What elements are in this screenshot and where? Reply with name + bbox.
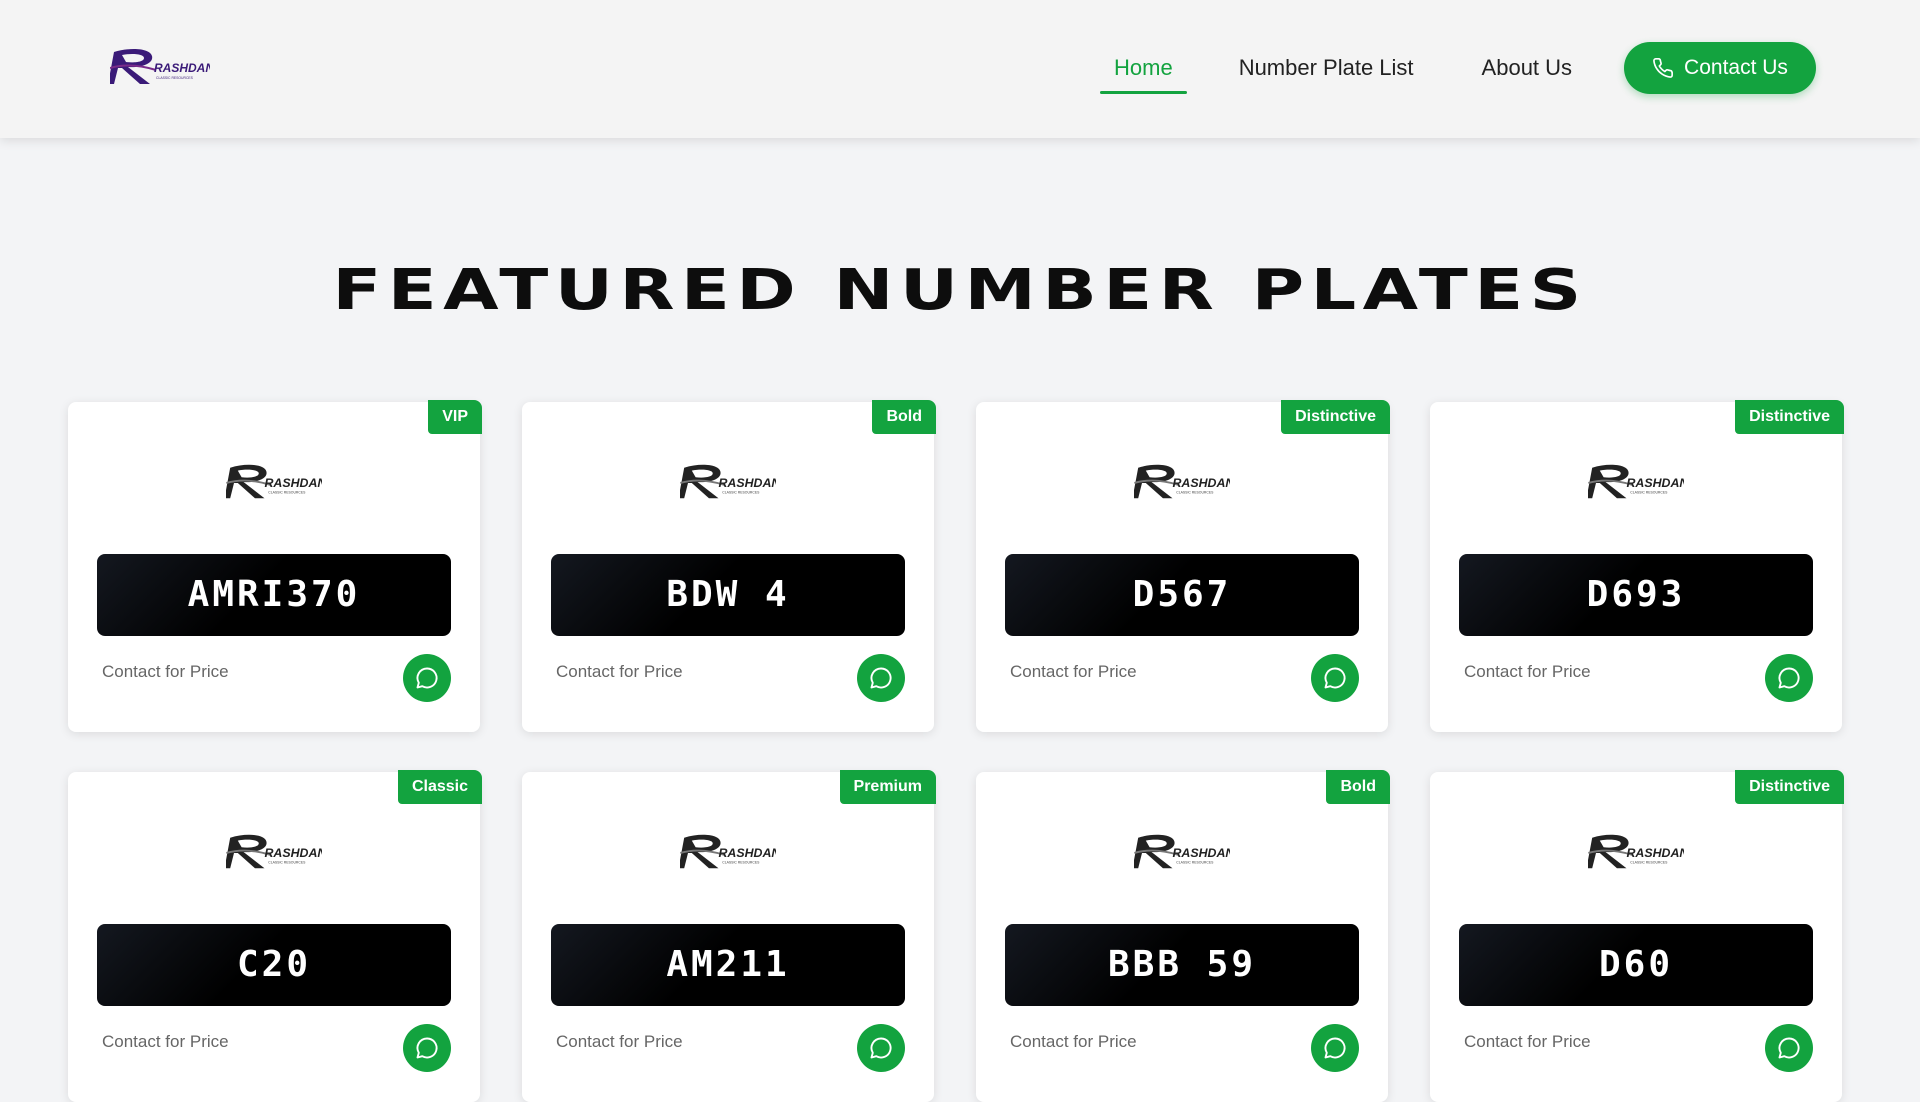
whatsapp-icon bbox=[1778, 1037, 1800, 1059]
category-badge: VIP bbox=[428, 400, 482, 434]
whatsapp-button[interactable] bbox=[403, 654, 451, 702]
number-plate: AMRI370 bbox=[97, 554, 451, 636]
whatsapp-button[interactable] bbox=[857, 1024, 905, 1072]
whatsapp-icon bbox=[1778, 667, 1800, 689]
plate-card[interactable]: Classic C20 Contact for Price bbox=[68, 770, 482, 1102]
category-badge: Bold bbox=[872, 400, 936, 434]
price-label: Contact for Price bbox=[102, 662, 229, 681]
number-plate: D693 bbox=[1459, 554, 1813, 636]
whatsapp-icon bbox=[1324, 667, 1346, 689]
number-plate: D60 bbox=[1459, 924, 1813, 1006]
whatsapp-button[interactable] bbox=[1765, 654, 1813, 702]
category-badge: Classic bbox=[397, 770, 482, 804]
price-label: Contact for Price bbox=[102, 1032, 229, 1051]
contact-us-button[interactable]: Contact Us bbox=[1624, 42, 1816, 94]
number-plate: AM211 bbox=[551, 924, 905, 1006]
whatsapp-button[interactable] bbox=[1765, 1024, 1813, 1072]
price-label: Contact for Price bbox=[556, 662, 683, 681]
brand-tagline: CLASSIC RESOURCES bbox=[156, 76, 194, 80]
rashdan-logo-icon bbox=[226, 463, 322, 500]
price-label: Contact for Price bbox=[1010, 662, 1137, 681]
whatsapp-icon bbox=[416, 1037, 438, 1059]
rashdan-logo-icon bbox=[1588, 463, 1684, 500]
rashdan-logo[interactable]: RASHDAN CLASSIC RESOURCES bbox=[110, 46, 210, 88]
rashdan-logo-icon bbox=[1134, 463, 1230, 500]
site-header: RASHDAN CLASSIC RESOURCES Home Number Pl… bbox=[0, 0, 1920, 138]
rashdan-logo-icon bbox=[226, 833, 322, 870]
price-label: Contact for Price bbox=[1010, 1032, 1137, 1051]
plate-card[interactable]: Distinctive D60 Contact for Price bbox=[1430, 770, 1844, 1102]
whatsapp-icon bbox=[1324, 1037, 1346, 1059]
whatsapp-button[interactable] bbox=[403, 1024, 451, 1072]
contact-us-label: Contact Us bbox=[1684, 56, 1788, 79]
plate-card[interactable]: Premium AM211 Contact for Price bbox=[522, 770, 936, 1102]
rashdan-logo-icon bbox=[680, 833, 776, 870]
whatsapp-icon bbox=[870, 667, 892, 689]
category-badge: Bold bbox=[1326, 770, 1390, 804]
nav-about-us[interactable]: About Us bbox=[1468, 40, 1587, 96]
number-plate: C20 bbox=[97, 924, 451, 1006]
category-badge: Distinctive bbox=[1735, 770, 1844, 804]
plate-card[interactable]: Bold BDW 4 Contact for Price bbox=[522, 400, 936, 732]
whatsapp-icon bbox=[416, 667, 438, 689]
whatsapp-button[interactable] bbox=[857, 654, 905, 702]
nav-number-plate-list[interactable]: Number Plate List bbox=[1225, 40, 1428, 96]
whatsapp-button[interactable] bbox=[1311, 1024, 1359, 1072]
rashdan-logo-icon bbox=[1588, 833, 1684, 870]
price-label: Contact for Price bbox=[556, 1032, 683, 1051]
whatsapp-button[interactable] bbox=[1311, 654, 1359, 702]
category-badge: Distinctive bbox=[1735, 400, 1844, 434]
number-plate: BBB 59 bbox=[1005, 924, 1359, 1006]
whatsapp-icon bbox=[870, 1037, 892, 1059]
category-badge: Distinctive bbox=[1281, 400, 1390, 434]
nav-home[interactable]: Home bbox=[1100, 40, 1187, 96]
main-nav: Home Number Plate List About Us Contact … bbox=[1100, 40, 1816, 96]
plate-card[interactable]: Bold BBB 59 Contact for Price bbox=[976, 770, 1390, 1102]
number-plate: D567 bbox=[1005, 554, 1359, 636]
plate-card[interactable]: Distinctive D693 Contact for Price bbox=[1430, 400, 1844, 732]
rashdan-logo-icon bbox=[1134, 833, 1230, 870]
plate-card[interactable]: VIP AMRI370 Contact for Price bbox=[68, 400, 482, 732]
phone-icon bbox=[1653, 58, 1674, 78]
category-badge: Premium bbox=[839, 770, 936, 804]
number-plate: BDW 4 bbox=[551, 554, 905, 636]
price-label: Contact for Price bbox=[1464, 662, 1591, 681]
page-title: FEATURED NUMBER PLATES bbox=[332, 258, 1588, 323]
rashdan-logo-icon bbox=[680, 463, 776, 500]
price-label: Contact for Price bbox=[1464, 1032, 1591, 1051]
brand-name: RASHDAN bbox=[154, 61, 210, 75]
plate-card[interactable]: Distinctive D567 Contact for Price bbox=[976, 400, 1390, 732]
